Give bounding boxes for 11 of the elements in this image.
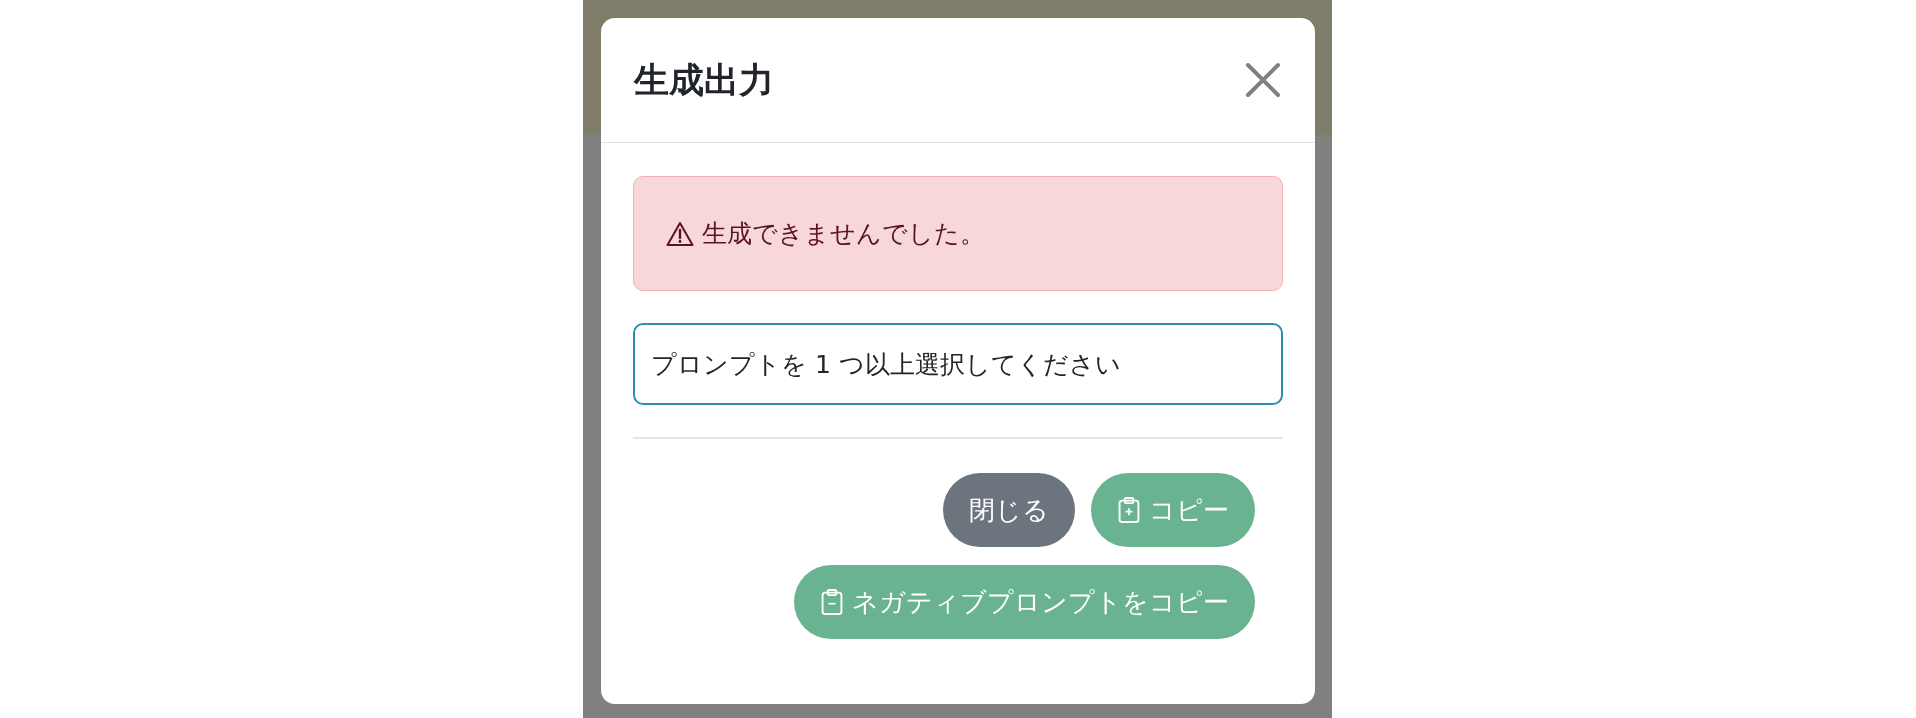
warning-icon bbox=[666, 220, 694, 247]
output-field[interactable]: プロンプトを 1 つ以上選択してください bbox=[633, 323, 1283, 405]
close-button[interactable] bbox=[1243, 60, 1283, 100]
alert-message: 生成できませんでした。 bbox=[702, 217, 985, 250]
clipboard-plus-icon bbox=[1117, 494, 1141, 526]
clipboard-minus-icon bbox=[820, 586, 844, 618]
dialog-title: 生成出力 bbox=[634, 58, 774, 102]
copy-button[interactable]: コピー bbox=[1091, 473, 1255, 547]
close-icon bbox=[1243, 60, 1283, 100]
copy-button[interactable]: ネガティブプロンプトをコピー bbox=[794, 565, 1255, 639]
close-dialog-button[interactable]: 閉じる bbox=[943, 473, 1075, 547]
